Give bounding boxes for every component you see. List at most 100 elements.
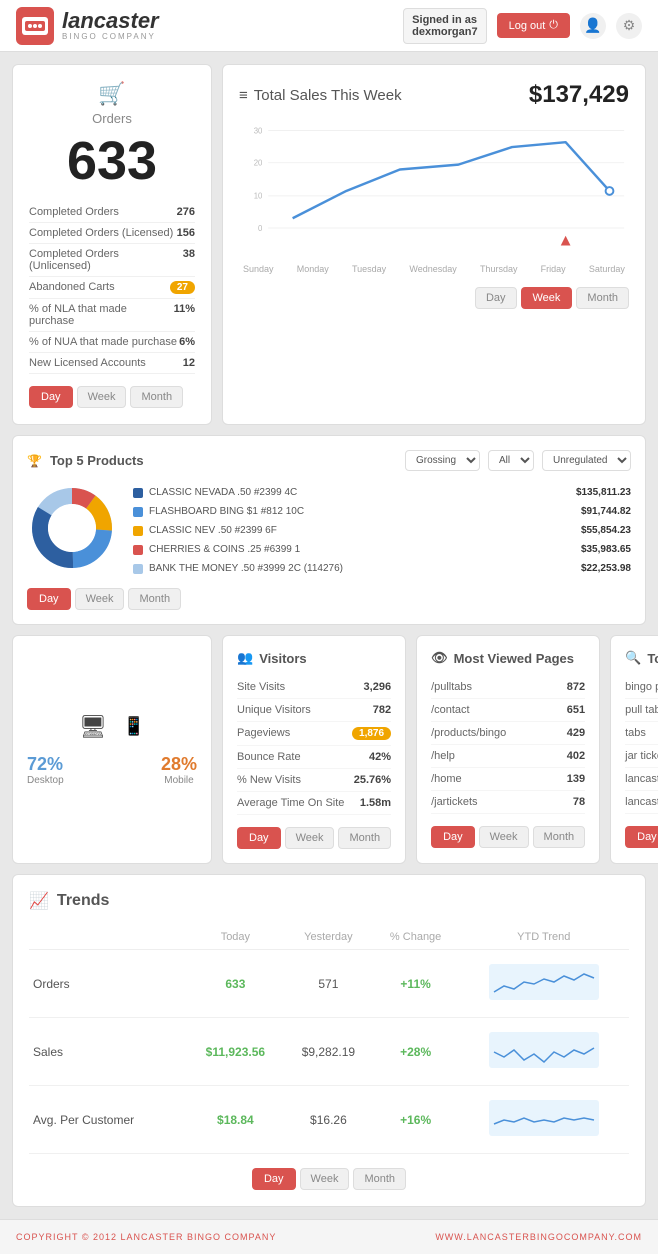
products-title: Top 5 Products	[50, 453, 397, 468]
trend-ytd-orders	[459, 950, 630, 1018]
sales-card: ≡ Total Sales This Week $137,429 30 20 1…	[222, 64, 646, 425]
table-row: % of NUA that made purchase 6%	[29, 332, 195, 353]
device-icons: 🖥 📱	[79, 714, 145, 740]
donut-chart	[27, 483, 117, 578]
trends-col-today: Today	[187, 925, 284, 950]
trend-yesterday-orders: 571	[284, 950, 373, 1018]
products-list: CLASSIC NEVADA .50 #2399 4C $135,811.23 …	[133, 483, 631, 578]
top-row: 🛒 Orders 633 Completed Orders 276 Comple…	[12, 64, 646, 425]
mobile-pct: 28%	[161, 754, 197, 775]
table-row: /help 402	[431, 745, 585, 768]
svg-text:10: 10	[254, 192, 263, 201]
table-row: Average Time On Site 1.58m	[237, 792, 391, 815]
unregulated-select[interactable]: Unregulated	[542, 450, 631, 471]
visitors-card: 👥 Visitors Site Visits 3,296 Unique Visi…	[222, 635, 406, 864]
products-month-button[interactable]: Month	[128, 588, 181, 610]
svg-text:0: 0	[258, 224, 263, 233]
grossing-select[interactable]: Grossing	[405, 450, 480, 471]
trend-change-avg: +16%	[373, 1086, 459, 1154]
status-badge: 1,876	[352, 727, 391, 740]
list-item: CLASSIC NEV .50 #2399 6F $55,854.23	[133, 521, 631, 540]
trend-yesterday-sales: $9,282.19	[284, 1018, 373, 1086]
profile-icon[interactable]: 👤	[580, 13, 606, 39]
visitors-month-button[interactable]: Month	[338, 827, 391, 849]
table-row: /jartickets 78	[431, 791, 585, 814]
desktop-pct: 72%	[27, 754, 64, 775]
visitors-day-button[interactable]: Day	[237, 827, 281, 849]
trends-col-label	[29, 925, 187, 950]
table-row: New Licensed Accounts 12	[29, 353, 195, 374]
orders-day-button[interactable]: Day	[29, 386, 73, 408]
table-row: Avg. Per Customer $18.84 $16.26 +16%	[29, 1086, 629, 1154]
trends-month-button[interactable]: Month	[353, 1168, 406, 1190]
power-icon: ⏻	[549, 19, 558, 32]
orders-week-button[interactable]: Week	[77, 386, 127, 408]
most-viewed-card: 👁 Most Viewed Pages /pulltabs 872 /conta…	[416, 635, 600, 864]
orders-month-button[interactable]: Month	[130, 386, 183, 408]
header: lancaster BINGO COMPANY Signed in as dex…	[0, 0, 658, 52]
trends-table: Today Yesterday % Change YTD Trend Order…	[29, 925, 629, 1154]
products-time-buttons: Day Week Month	[27, 588, 631, 610]
trends-week-button[interactable]: Week	[300, 1168, 350, 1190]
sales-chart: 30 20 10 0 Sunday Monday Tuesday Wednesd…	[239, 119, 629, 279]
sales-day-button[interactable]: Day	[475, 287, 517, 309]
desktop-label: Desktop	[27, 775, 64, 786]
trends-title: 📈 Trends	[29, 891, 629, 911]
trends-col-yesterday: Yesterday	[284, 925, 373, 950]
svg-text:30: 30	[254, 126, 263, 135]
sales-title: ≡ Total Sales This Week	[239, 87, 402, 104]
trends-col-ytd: YTD Trend	[459, 925, 630, 950]
table-row: Pageviews 1,876	[237, 722, 391, 746]
trends-card: 📈 Trends Today Yesterday % Change YTD Tr…	[12, 874, 646, 1207]
products-week-button[interactable]: Week	[75, 588, 125, 610]
table-row: Completed Orders (Unlicensed) 38	[29, 244, 195, 277]
visitors-week-button[interactable]: Week	[285, 827, 335, 849]
products-body: CLASSIC NEVADA .50 #2399 4C $135,811.23 …	[27, 483, 631, 578]
viewed-week-button[interactable]: Week	[479, 826, 529, 848]
settings-icon[interactable]: ⚙	[616, 13, 642, 39]
table-row: /home 139	[431, 768, 585, 791]
trends-time-buttons: Day Week Month	[29, 1168, 629, 1190]
product-color-dot	[133, 545, 143, 555]
status-badge: 27	[170, 281, 195, 294]
trend-today-orders: 633	[187, 950, 284, 1018]
viewed-day-button[interactable]: Day	[431, 826, 475, 848]
table-row: jar tickets 83	[625, 745, 658, 768]
search-icon: 🔍	[625, 650, 641, 666]
sales-week-button[interactable]: Week	[521, 287, 573, 309]
table-row: lancaster bingo co 65	[625, 768, 658, 791]
trends-day-button[interactable]: Day	[252, 1168, 296, 1190]
products-day-button[interactable]: Day	[27, 588, 71, 610]
list-item: CLASSIC NEVADA .50 #2399 4C $135,811.23	[133, 483, 631, 502]
line-chart: 30 20 10 0	[239, 119, 629, 259]
chart-x-labels: Sunday Monday Tuesday Wednesday Thursday…	[239, 264, 629, 274]
table-row: /contact 651	[431, 699, 585, 722]
sales-header: ≡ Total Sales This Week $137,429	[239, 81, 629, 109]
footer-website: WWW.LANCASTERBINGOCOMPANY.COM	[435, 1232, 642, 1242]
visitors-icon: 👥	[237, 650, 253, 666]
trends-icon: 📈	[29, 891, 49, 911]
trend-row-label: Orders	[29, 950, 187, 1018]
trend-change-orders: +11%	[373, 950, 459, 1018]
all-select[interactable]: All	[488, 450, 534, 471]
main-content: 🛒 Orders 633 Completed Orders 276 Comple…	[0, 52, 658, 1219]
sales-month-button[interactable]: Month	[576, 287, 629, 309]
eye-icon: 👁	[431, 650, 448, 666]
chart-icon: ≡	[239, 87, 248, 104]
table-row: Orders 633 571 +11%	[29, 950, 629, 1018]
product-color-dot	[133, 526, 143, 536]
table-row: bingo paper 129	[625, 676, 658, 699]
trends-col-change: % Change	[373, 925, 459, 950]
table-row: Abandoned Carts 27	[29, 277, 195, 299]
search-terms-card: 🔍 Top Search Terms bingo paper 129 pull …	[610, 635, 658, 864]
search-day-button[interactable]: Day	[625, 826, 658, 848]
logo: lancaster BINGO COMPANY	[16, 7, 159, 45]
visitors-time-buttons: Day Week Month	[237, 827, 391, 849]
table-row: pull tabs 113	[625, 699, 658, 722]
table-row: % New Visits 25.76%	[237, 769, 391, 792]
viewed-month-button[interactable]: Month	[533, 826, 586, 848]
logout-button[interactable]: Log out ⏻	[497, 13, 570, 38]
trend-ytd-sales	[459, 1018, 630, 1086]
sales-time-buttons: Day Week Month	[239, 287, 629, 309]
trend-row-label: Sales	[29, 1018, 187, 1086]
